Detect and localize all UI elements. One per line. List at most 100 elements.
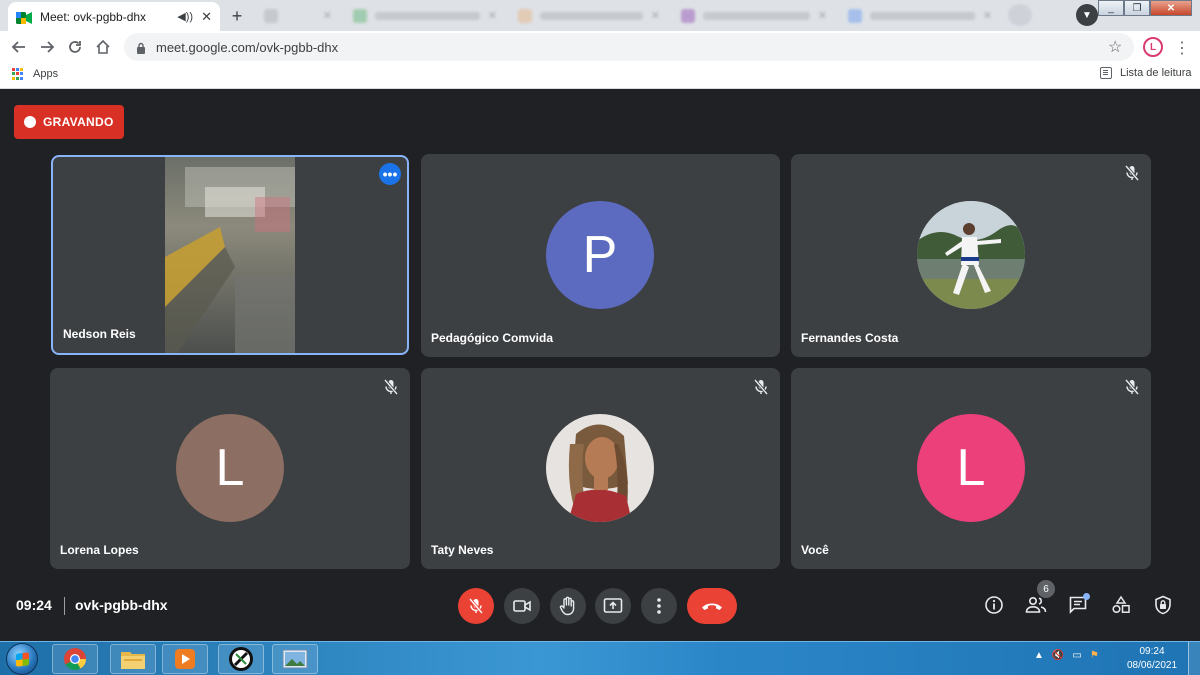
participant-tile-nedson-reis[interactable]: ••• Nedson Reis (51, 155, 409, 355)
participant-tile-fernandes-costa[interactable]: Fernandes Costa (791, 154, 1151, 357)
participant-tile-taty-neves[interactable]: Taty Neves (421, 368, 780, 569)
photo-viewer-icon (282, 649, 308, 669)
bookmarks-bar: Apps Lista de leitura (0, 61, 1200, 89)
tab-background-5[interactable]: ✕ (840, 2, 1000, 29)
participant-tile-voce[interactable]: L Você (791, 368, 1151, 569)
meeting-details-button[interactable] (982, 593, 1006, 617)
reload-button[interactable] (64, 36, 86, 58)
taskbar-app[interactable] (218, 644, 264, 674)
mic-off-icon (1123, 164, 1141, 182)
taskbar-date: 08/06/2021 (1126, 660, 1178, 671)
divider (64, 597, 65, 615)
meeting-clock: 09:24 (16, 597, 52, 613)
system-tray: ▲ 🔇 ▭ ⚑ (1034, 650, 1099, 661)
toggle-camera-button[interactable] (504, 588, 540, 624)
info-icon (985, 596, 1003, 614)
participant-tile-lorena-lopes[interactable]: L Lorena Lopes (50, 368, 410, 569)
taskbar-chrome[interactable] (52, 644, 98, 674)
more-horiz-icon: ••• (382, 166, 398, 182)
folder-icon (121, 652, 145, 669)
people-icon (1025, 596, 1047, 613)
apps-link[interactable]: Apps (33, 68, 58, 80)
action-center-icon[interactable]: ⚑ (1090, 650, 1099, 661)
close-icon[interactable]: ✕ (323, 9, 332, 22)
window-close-button[interactable]: ✕ (1150, 0, 1192, 16)
more-options-button[interactable]: ••• (379, 163, 401, 185)
bookmark-star-icon[interactable]: ☆ (1108, 37, 1122, 57)
present-screen-button[interactable] (595, 588, 631, 624)
profile-avatar[interactable]: L (1143, 37, 1163, 57)
close-icon[interactable]: ✕ (983, 9, 992, 22)
show-desktop-button[interactable] (1188, 642, 1200, 675)
participant-name: Nedson Reis (63, 327, 136, 341)
videocam-icon (513, 600, 531, 612)
tab-title: Meet: ovk-pgbb-dhx (40, 9, 147, 24)
participant-name: Taty Neves (431, 543, 494, 557)
participant-photo (917, 201, 1025, 309)
taskbar-photo-viewer[interactable] (272, 644, 318, 674)
taskbar-time: 09:24 (1139, 646, 1165, 657)
participant-name: Você (801, 543, 829, 557)
apps-grid-icon[interactable] (12, 68, 24, 80)
participant-count-badge: 6 (1037, 580, 1055, 598)
tab-background-2[interactable]: ✕ (345, 2, 505, 29)
back-button[interactable] (8, 36, 30, 58)
toggle-microphone-button[interactable] (458, 588, 494, 624)
minimize-button[interactable]: _ (1098, 0, 1124, 16)
address-bar[interactable]: meet.google.com/ovk-pgbb-dhx (124, 33, 1134, 61)
google-meet-icon (16, 11, 32, 24)
network-icon[interactable]: ▭ (1072, 650, 1081, 661)
participant-name: Fernandes Costa (801, 331, 899, 345)
participant-avatar: L (176, 414, 284, 522)
participant-name: Pedagógico Comvida (431, 331, 554, 345)
maximize-button[interactable]: ❐ (1124, 0, 1150, 16)
recording-badge[interactable]: GRAVANDO (14, 105, 124, 139)
participant-video (165, 157, 295, 353)
activities-button[interactable] (1109, 593, 1133, 617)
participant-tile-pedagogico-comvida[interactable]: P Pedagógico Comvida (421, 154, 780, 357)
lock-icon[interactable] (136, 41, 148, 54)
close-icon[interactable]: ✕ (651, 9, 660, 22)
mic-off-icon (1123, 378, 1141, 396)
mic-off-icon (382, 378, 400, 396)
call-end-icon (702, 603, 722, 610)
window-controls: _ ❐ ✕ (1098, 0, 1192, 16)
tab-background-4[interactable]: ✕ (673, 2, 835, 29)
windows-taskbar: ▲ 🔇 ▭ ⚑ 09:24 08/06/2021 (0, 641, 1200, 675)
more-options-menu-button[interactable] (641, 588, 677, 624)
home-button[interactable] (92, 36, 114, 58)
forward-button[interactable] (36, 36, 58, 58)
host-controls-button[interactable] (1151, 593, 1175, 617)
present-to-all-icon (603, 598, 623, 613)
tab-meet[interactable]: Meet: ovk-pgbb-dhx ◀)) ✕ (8, 2, 220, 31)
new-tab-button[interactable]: + (226, 5, 248, 27)
taskbar-media-player[interactable] (162, 644, 208, 674)
browser-tab-strip: Meet: ovk-pgbb-dhx ◀)) ✕ + ✕ ✕ ✕ ✕ ✕ ▼ _… (0, 0, 1200, 31)
tab-background-3[interactable]: ✕ (510, 2, 668, 29)
browser-menu-icon[interactable]: ⋮ (1174, 38, 1190, 58)
system-clock[interactable]: 09:24 08/06/2021 (1124, 645, 1180, 673)
volume-muted-icon[interactable]: 🔇 (1052, 650, 1064, 661)
tab-background-1[interactable]: ✕ (256, 2, 340, 29)
start-button[interactable] (6, 643, 38, 675)
recording-label: GRAVANDO (43, 115, 114, 129)
close-icon[interactable]: ✕ (201, 9, 212, 25)
close-icon[interactable]: ✕ (488, 9, 497, 22)
leave-call-button[interactable] (687, 588, 737, 624)
show-hidden-icons-icon[interactable]: ▲ (1034, 650, 1044, 661)
participant-avatar: L (917, 414, 1025, 522)
taskbar-explorer[interactable] (110, 644, 156, 674)
meeting-code: ovk-pgbb-dhx (75, 597, 168, 613)
reading-list-button[interactable]: Lista de leitura (1100, 67, 1192, 79)
browser-toolbar: meet.google.com/ovk-pgbb-dhx ☆ L ⋮ (0, 31, 1200, 61)
hand-icon (559, 596, 575, 616)
tab-background-6[interactable] (1008, 4, 1032, 26)
speaker-icon[interactable]: ◀)) (177, 10, 193, 23)
chevron-down-icon: ▼ (1082, 9, 1092, 21)
tab-search-button[interactable]: ▼ (1076, 4, 1098, 26)
raise-hand-button[interactable] (550, 588, 586, 624)
plus-icon: + (231, 5, 243, 26)
chat-notification-dot (1083, 593, 1090, 600)
google-docs-icon (848, 8, 862, 23)
close-icon[interactable]: ✕ (818, 9, 827, 22)
